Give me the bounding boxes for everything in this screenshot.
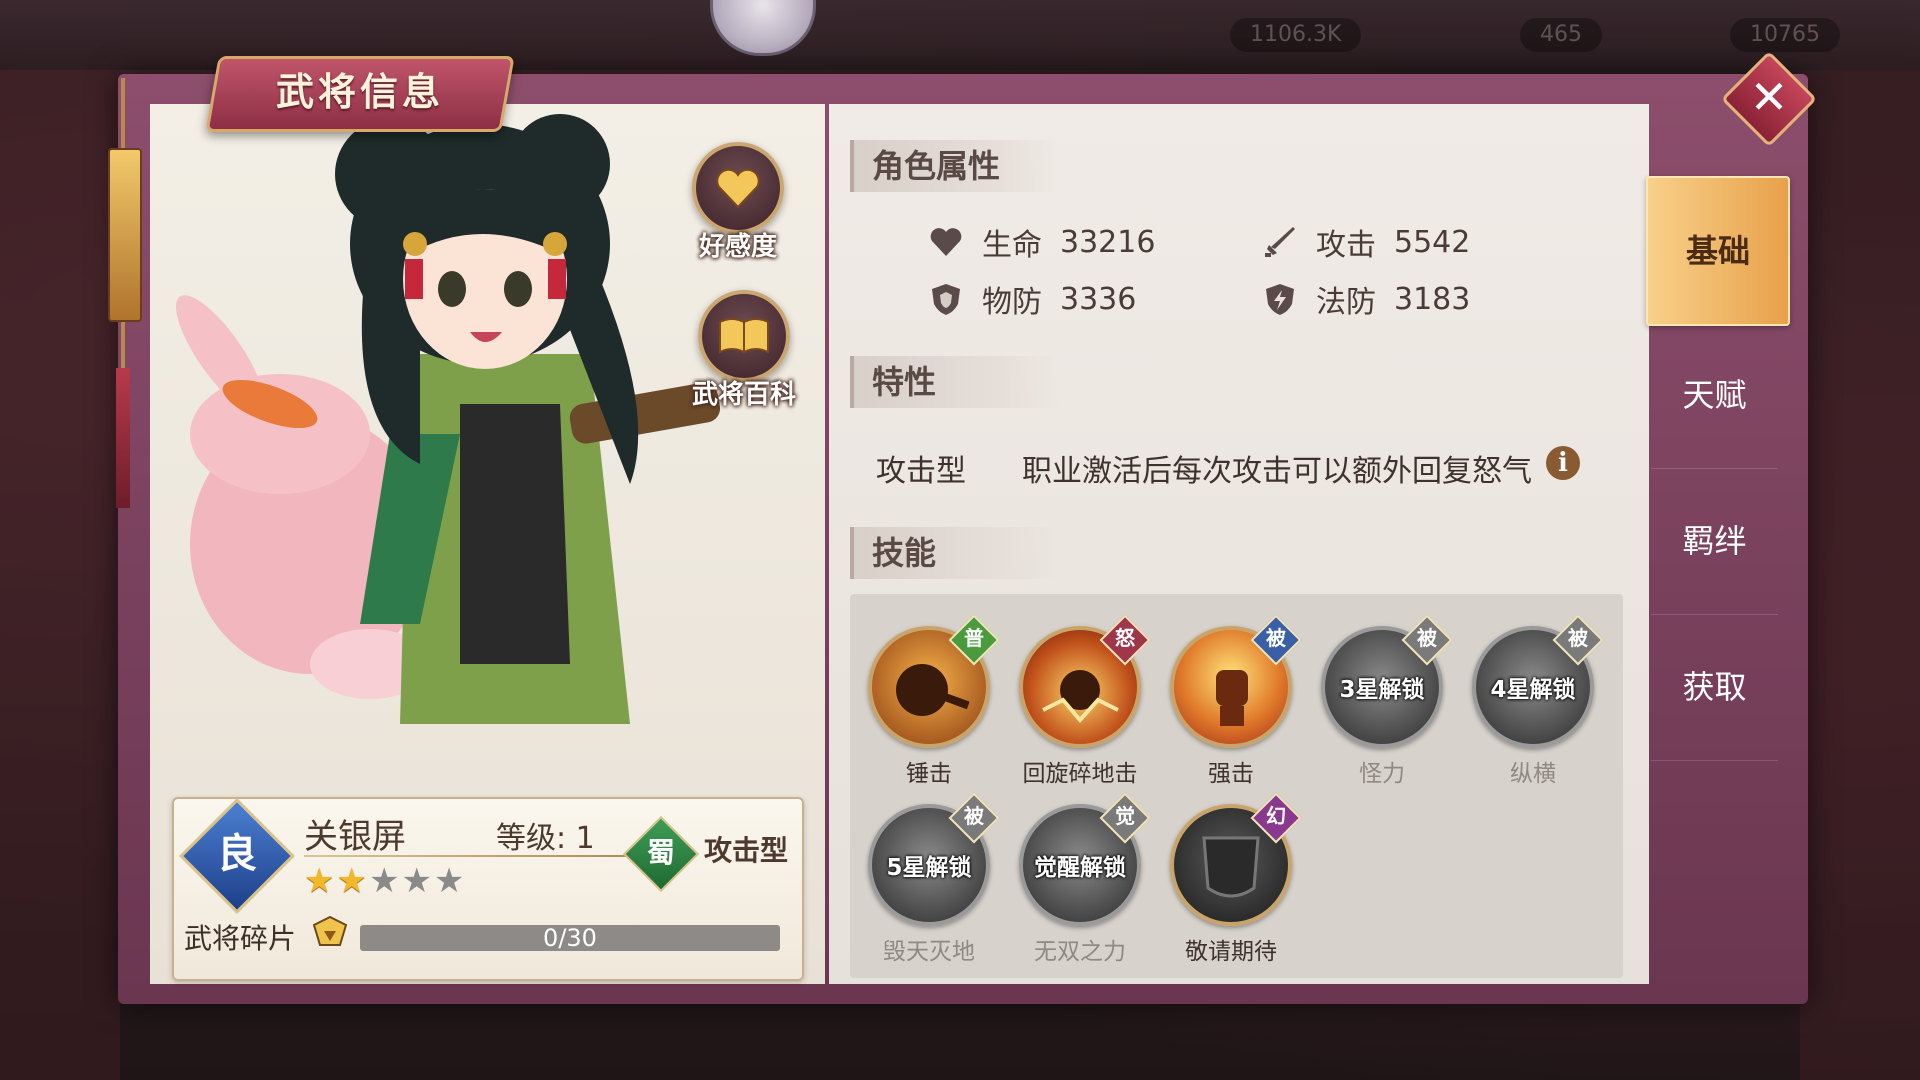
attribute-value: 33216 bbox=[1060, 224, 1156, 260]
skill-tag-text: 幻 bbox=[1266, 804, 1286, 828]
skill-name: 锤击 bbox=[906, 761, 952, 787]
background-pillar bbox=[0, 0, 120, 1080]
skill-lock-text: 5星解锁 bbox=[886, 855, 972, 881]
trait-type: 攻击型 bbox=[876, 454, 966, 489]
attribute-value: 3183 bbox=[1394, 281, 1471, 317]
hero-name: 关银屏 bbox=[304, 817, 406, 857]
skill-item[interactable]: 3星解锁 被 怪力 bbox=[1307, 614, 1457, 788]
skill-name: 回旋碎地击 bbox=[1022, 761, 1138, 787]
attribute-name: 生命 bbox=[982, 228, 1042, 263]
window-title: 武将信息 bbox=[205, 56, 515, 132]
skill-name: 毁天灭地 bbox=[883, 939, 975, 965]
skill-tag-text: 普 bbox=[964, 626, 984, 650]
skill-lock-text: 4星解锁 bbox=[1490, 677, 1576, 703]
divider bbox=[304, 855, 644, 857]
heart-icon bbox=[928, 224, 964, 260]
skill-name: 怪力 bbox=[1359, 761, 1405, 787]
resource-gem: 10765 bbox=[1730, 18, 1840, 52]
lightning-shield-icon bbox=[1262, 281, 1298, 317]
attribute-name: 攻击 bbox=[1316, 228, 1376, 263]
window-title-text: 武将信息 bbox=[275, 70, 444, 114]
attribute-hp: 生命 33216 bbox=[928, 220, 1155, 264]
skill-name: 敬请期待 bbox=[1185, 939, 1277, 965]
star-icon-filled: ★★ bbox=[304, 861, 369, 901]
resource-ingot: 465 bbox=[1520, 18, 1602, 52]
tab-bond[interactable]: 羁绊 bbox=[1651, 468, 1778, 615]
skill-name: 无双之力 bbox=[1034, 939, 1126, 965]
skill-tag-text: 被 bbox=[1568, 626, 1588, 650]
book-icon bbox=[698, 290, 790, 382]
star-icon-empty: ★★★ bbox=[368, 861, 467, 901]
tab-basic[interactable]: 基础 bbox=[1646, 176, 1790, 326]
heart-icon bbox=[692, 142, 784, 234]
skill-item[interactable]: 被 强击 bbox=[1156, 614, 1306, 788]
affinity-label: 好感度 bbox=[698, 232, 777, 262]
skill-tag-text: 被 bbox=[964, 804, 984, 828]
attribute-magic-defense: 法防 3183 bbox=[1262, 277, 1470, 321]
hero-type: 攻击型 bbox=[704, 834, 789, 867]
skill-tag-text: 被 bbox=[1417, 626, 1437, 650]
affinity-button[interactable]: 好感度 bbox=[692, 142, 784, 263]
skill-item[interactable]: 怒 回旋碎地击 bbox=[1005, 614, 1155, 788]
skill-tag-text: 觉 bbox=[1115, 804, 1135, 828]
resource-gold: 1106.3K bbox=[1230, 18, 1362, 52]
hero-summary-card: 良 关银屏 等级: 1 ★★★★★ 蜀 攻击型 武将碎片 0/30 bbox=[172, 797, 804, 981]
skill-item[interactable]: 5星解锁 被 毁天灭地 bbox=[854, 792, 1004, 966]
sword-icon bbox=[1262, 224, 1298, 260]
skill-item[interactable]: 幻 敬请期待 bbox=[1156, 792, 1306, 966]
rank-badge: 良 bbox=[179, 798, 295, 914]
skill-lock-text: 觉醒解锁 bbox=[1034, 855, 1126, 881]
section-title: 角色属性 bbox=[872, 147, 1001, 185]
encyclopedia-button[interactable]: 武将百科 bbox=[692, 290, 796, 411]
background-pillar bbox=[1800, 0, 1920, 1080]
trait-description: 职业激活后每次攻击可以额外回复怒气 bbox=[1022, 454, 1532, 489]
skill-lock-text: 3星解锁 bbox=[1339, 677, 1425, 703]
tab-talent[interactable]: 天赋 bbox=[1651, 322, 1778, 469]
skill-name: 强击 bbox=[1208, 761, 1254, 787]
faction-badge: 蜀 bbox=[622, 815, 700, 893]
attribute-attack: 攻击 5542 bbox=[1262, 220, 1470, 264]
skill-tag-text: 怒 bbox=[1115, 626, 1135, 650]
attributes-section-header: 角色属性 bbox=[850, 140, 1059, 192]
shield-icon bbox=[928, 281, 964, 317]
close-icon: ✕ bbox=[1749, 70, 1789, 124]
traits-section-header: 特性 bbox=[850, 356, 1059, 408]
tab-obtain[interactable]: 获取 bbox=[1651, 614, 1778, 761]
shard-label: 武将碎片 bbox=[184, 922, 297, 955]
attribute-value: 5542 bbox=[1394, 224, 1471, 260]
attribute-value: 3336 bbox=[1060, 281, 1137, 317]
skill-item[interactable]: 普 锤击 bbox=[854, 614, 1004, 788]
attribute-physical-defense: 物防 3336 bbox=[928, 277, 1136, 321]
rank-text: 良 bbox=[217, 830, 257, 877]
detail-tabs: 基础 天赋 羁绊 获取 bbox=[1646, 104, 1790, 984]
faction-text: 蜀 bbox=[646, 836, 675, 869]
hero-level: 等级: 1 bbox=[496, 821, 595, 856]
skills-section-header: 技能 bbox=[850, 527, 1059, 579]
skill-tag-text: 被 bbox=[1266, 626, 1286, 650]
section-title: 特性 bbox=[872, 363, 937, 401]
info-icon[interactable]: i bbox=[1546, 446, 1580, 480]
attribute-name: 物防 bbox=[982, 285, 1042, 320]
skill-item[interactable]: 觉醒解锁 觉 无双之力 bbox=[1005, 792, 1155, 966]
shard-progress-bar: 0/30 bbox=[360, 925, 780, 951]
skill-item[interactable]: 4星解锁 被 纵横 bbox=[1458, 614, 1608, 788]
encyclopedia-label: 武将百科 bbox=[692, 380, 797, 410]
lantern-decoration bbox=[106, 78, 142, 508]
section-title: 技能 bbox=[872, 534, 937, 572]
shard-progress-text: 0/30 bbox=[543, 924, 597, 952]
shard-icon[interactable] bbox=[310, 915, 350, 949]
star-rating: ★★★★★ bbox=[304, 861, 466, 901]
skill-name: 纵横 bbox=[1510, 761, 1556, 787]
attribute-name: 法防 bbox=[1316, 285, 1376, 320]
